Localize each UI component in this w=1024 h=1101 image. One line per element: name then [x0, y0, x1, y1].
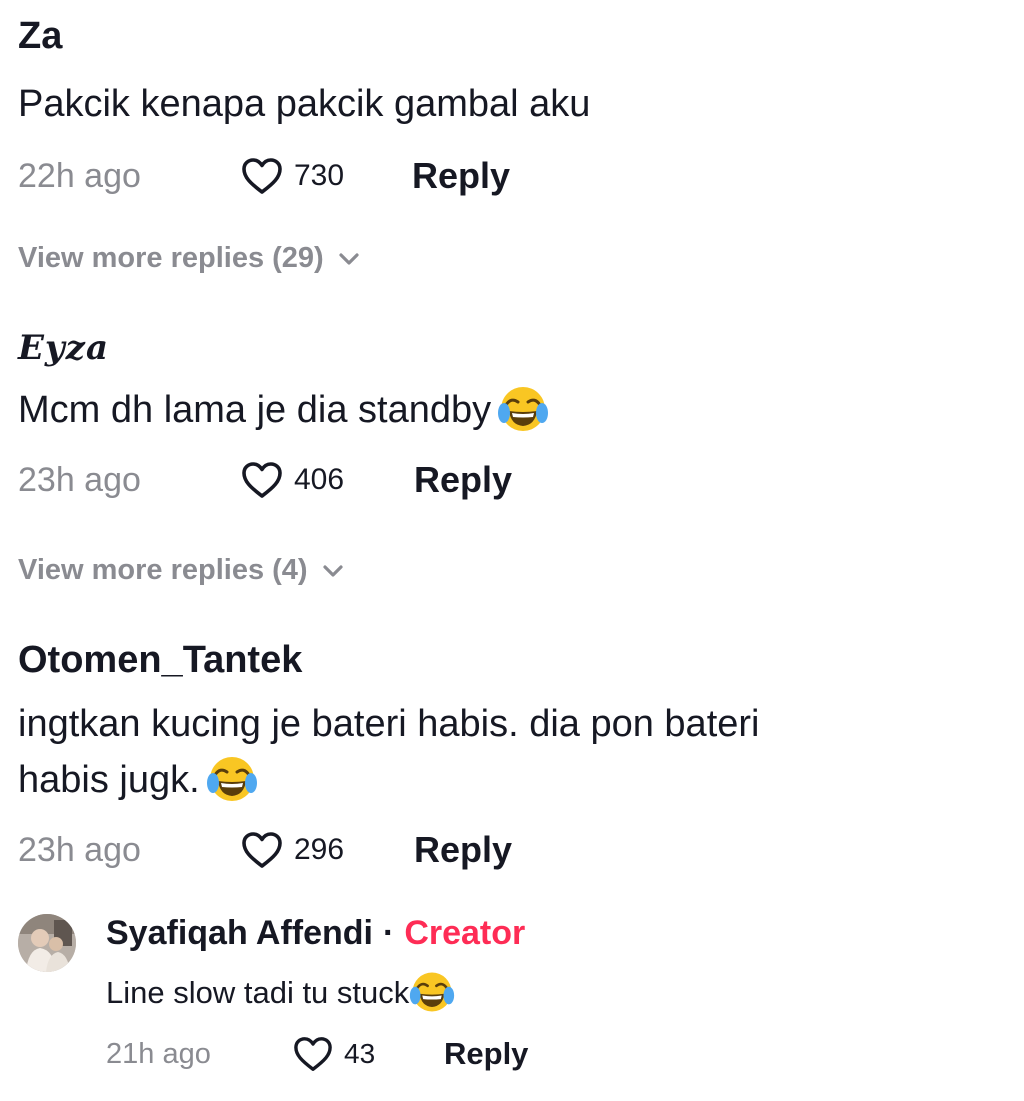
comment-item: Za Pakcik kenapa pakcik gambal aku 22h a…	[18, 14, 1006, 198]
reply-button[interactable]: Reply	[412, 154, 510, 198]
comment-text: Mcm dh lama je dia standby	[18, 382, 1006, 438]
tears-of-joy-emoji-icon	[206, 753, 258, 805]
separator-dot: ·	[383, 914, 395, 952]
chevron-down-icon	[339, 252, 359, 265]
comment-item: Eyza Mcm dh lama je dia standby 23h ago …	[18, 326, 1006, 502]
reply-button[interactable]: Reply	[444, 1032, 528, 1076]
comment-meta: 22h ago 730 Reply	[18, 154, 1006, 198]
view-more-label: View more replies (4)	[18, 554, 308, 586]
reply-button[interactable]: Reply	[414, 828, 512, 872]
comment-username[interactable]: Otomen_Tantek	[18, 638, 1006, 682]
view-more-replies[interactable]: View more replies (29)	[18, 242, 360, 275]
comment-text: Pakcik kenapa pakcik gambal aku	[18, 83, 591, 125]
reply-timestamp: 21h ago	[106, 1038, 211, 1070]
comment-meta: 23h ago 406 Reply	[18, 458, 1006, 502]
comment-username[interactable]: Eyza	[18, 326, 1006, 370]
comment-text-line: ingtkan kucing je bateri habis. dia pon …	[18, 703, 760, 745]
tears-of-joy-emoji-icon	[409, 969, 455, 1015]
creator-badge: Creator	[404, 914, 526, 952]
comment-timestamp: 23h ago	[18, 831, 141, 869]
reply-header: Syafiqah Affendi · Creator	[106, 910, 1006, 956]
comment-timestamp: 23h ago	[18, 461, 141, 499]
heart-icon	[242, 462, 282, 498]
like-button[interactable]: 43	[292, 1032, 375, 1076]
view-more-replies[interactable]: View more replies (4)	[18, 554, 344, 587]
heart-icon	[294, 1037, 332, 1071]
comment-username[interactable]: Za	[18, 14, 1006, 58]
reply-body: Syafiqah Affendi · Creator Line slow tad…	[106, 910, 1006, 1076]
comment-timestamp: 22h ago	[18, 157, 141, 195]
comment-item: Otomen_Tantek ingtkan kucing je bateri h…	[18, 638, 1006, 872]
reply-text: Line slow tadi tu stuck	[106, 968, 1006, 1018]
tears-of-joy-emoji-icon	[497, 383, 549, 435]
avatar-photo-icon	[18, 914, 76, 972]
reply-button[interactable]: Reply	[414, 458, 512, 502]
like-count: 730	[294, 159, 345, 192]
comment-text-line: habis jugk.	[18, 752, 1006, 808]
like-count: 43	[344, 1038, 376, 1069]
comment-text-content: Mcm dh lama je dia standby	[18, 389, 492, 431]
view-more-label: View more replies (29)	[18, 242, 324, 274]
avatar[interactable]	[18, 914, 76, 972]
like-count: 296	[294, 833, 345, 866]
comment-meta: 23h ago 296 Reply	[18, 828, 1006, 872]
reply-username[interactable]: Syafiqah Affendi	[106, 910, 373, 956]
like-count: 406	[294, 463, 345, 496]
like-button[interactable]: 296	[240, 828, 344, 872]
reply-meta: 21h ago 43 Reply	[106, 1032, 1006, 1076]
comment-text: ingtkan kucing je bateri habis. dia pon …	[18, 696, 1006, 808]
comment-text-content: habis jugk.	[18, 759, 200, 801]
chevron-down-icon	[322, 564, 343, 577]
like-button[interactable]: 406	[240, 458, 344, 502]
heart-icon	[242, 832, 282, 868]
reply-text-content: Line slow tadi tu stuck	[106, 975, 410, 1010]
like-button[interactable]: 730	[240, 154, 344, 198]
heart-icon	[242, 158, 282, 194]
